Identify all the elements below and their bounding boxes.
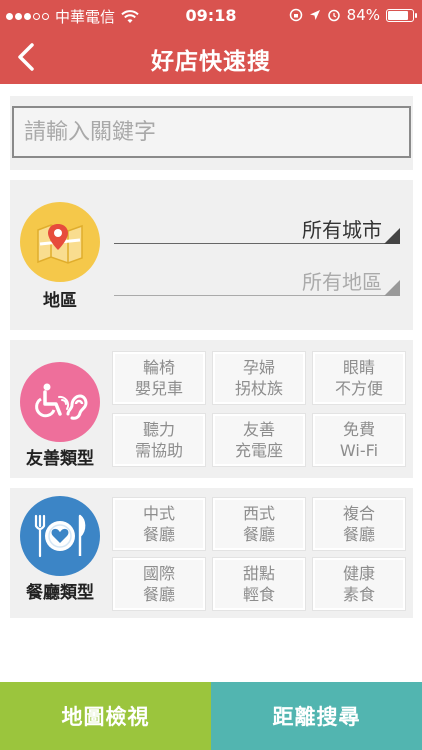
region-icon-circle — [20, 202, 100, 282]
friendly-type-panel: 友善類型 輪椅 嬰兒車 孕婦 拐杖族 眼睛 不方便 聽力 需協助 友善 充電座 免費 Wi-… — [10, 340, 413, 478]
keyword-search-input[interactable] — [12, 106, 411, 158]
restaurant-option-international[interactable]: 國際 餐廳 — [113, 558, 205, 610]
restaurant-icon-circle — [20, 496, 100, 576]
accessibility-icon — [35, 383, 88, 420]
search-section — [10, 96, 413, 170]
distance-search-button[interactable]: 距離搜尋 — [211, 682, 422, 750]
battery-icon — [386, 8, 417, 22]
status-bar: 中華電信 09:18 84% — [0, 0, 422, 30]
alarm-icon — [327, 9, 340, 22]
page-title: 好店快速搜 — [151, 49, 271, 75]
restaurant-option-chinese[interactable]: 中式 餐廳 — [113, 498, 205, 550]
dropdown-triangle-icon — [384, 228, 400, 244]
friendly-option-visual-impaired[interactable]: 眼睛 不方便 — [313, 352, 405, 404]
district-dropdown[interactable]: 所有地區 — [114, 262, 400, 296]
dropdown-triangle-icon — [384, 280, 400, 296]
battery-percent: 84% — [346, 6, 380, 24]
district-dropdown-value: 所有地區 — [302, 270, 382, 294]
friendly-option-wheelchair-stroller[interactable]: 輪椅 嬰兒車 — [113, 352, 205, 404]
friendly-option-pregnant-crutch[interactable]: 孕婦 拐杖族 — [213, 352, 305, 404]
friendly-option-hearing-assist[interactable]: 聽力 需協助 — [113, 414, 205, 466]
region-label: 地區 — [43, 291, 77, 311]
region-panel: 地區 所有城市 所有地區 — [10, 180, 413, 330]
friendly-type-label: 友善類型 — [26, 449, 94, 469]
friendly-option-charging-station[interactable]: 友善 充電座 — [213, 414, 305, 466]
restaurant-type-panel: 餐廳類型 中式 餐廳 西式 餐廳 複合 餐廳 國際 餐廳 甜點 輕食 健康 素食 — [10, 488, 413, 618]
restaurant-option-western[interactable]: 西式 餐廳 — [213, 498, 305, 550]
plate-utensils-icon — [34, 514, 86, 558]
navigation-bar: 好店快速搜 — [0, 30, 422, 84]
map-pin-icon — [37, 224, 83, 264]
city-dropdown[interactable]: 所有城市 — [114, 210, 400, 244]
rotation-lock-icon — [289, 8, 302, 22]
map-view-button[interactable]: 地圖檢視 — [0, 682, 211, 750]
city-dropdown-value: 所有城市 — [302, 218, 382, 242]
location-arrow-icon — [309, 10, 320, 20]
restaurant-type-label: 餐廳類型 — [26, 583, 94, 603]
restaurant-option-healthy-vegetarian[interactable]: 健康 素食 — [313, 558, 405, 610]
restaurant-option-fusion[interactable]: 複合 餐廳 — [313, 498, 405, 550]
map-view-label: 地圖檢視 — [61, 705, 150, 729]
friendly-icon-circle — [20, 362, 100, 442]
distance-search-label: 距離搜尋 — [272, 705, 361, 729]
restaurant-option-dessert-light-meal[interactable]: 甜點 輕食 — [213, 558, 305, 610]
friendly-option-free-wifi[interactable]: 免費 Wi-Fi — [313, 414, 405, 466]
